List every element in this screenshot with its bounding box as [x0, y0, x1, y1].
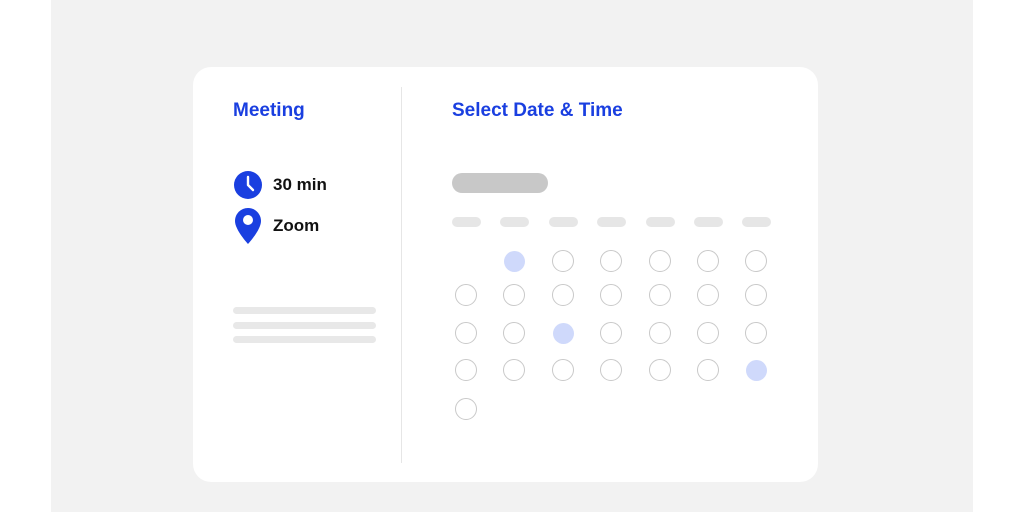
calendar-day[interactable]	[697, 359, 719, 381]
calendar-day[interactable]	[552, 284, 574, 306]
calendar-day[interactable]	[503, 322, 525, 344]
weekday-label-placeholder	[596, 217, 626, 227]
month-label-placeholder	[452, 173, 548, 193]
calendar-day[interactable]	[697, 284, 719, 306]
calendar-day[interactable]	[600, 359, 622, 381]
event-location: Zoom	[233, 207, 319, 245]
calendar-day-available[interactable]	[745, 359, 767, 381]
calendar-day[interactable]	[600, 322, 622, 344]
duration-text: 30 min	[273, 175, 327, 194]
description-placeholder-line	[233, 322, 376, 329]
calendar-day[interactable]	[649, 250, 671, 272]
panel-divider	[401, 87, 402, 463]
calendar-day[interactable]	[600, 250, 622, 272]
event-title: Meeting	[233, 100, 305, 121]
calendar-day[interactable]	[503, 284, 525, 306]
weekday-label-placeholder	[499, 217, 529, 227]
calendar-day[interactable]	[745, 284, 767, 306]
location-pin-icon	[233, 207, 263, 245]
calendar-day[interactable]	[745, 322, 767, 344]
description-placeholder-line	[233, 307, 376, 314]
calendar-day[interactable]	[552, 250, 574, 272]
description-placeholder-line	[233, 336, 376, 343]
calendar-day[interactable]	[649, 359, 671, 381]
calendar-day[interactable]	[552, 359, 574, 381]
clock-icon	[233, 166, 263, 204]
location-text: Zoom	[273, 216, 320, 235]
calendar-day[interactable]	[649, 322, 671, 344]
weekday-label-placeholder	[548, 217, 578, 227]
calendar-day[interactable]	[503, 359, 525, 381]
calendar-day[interactable]	[455, 398, 477, 420]
calendar-day-available[interactable]	[503, 250, 525, 272]
weekday-label-placeholder	[451, 217, 481, 227]
calendar-day[interactable]	[455, 284, 477, 306]
calendar-day[interactable]	[649, 284, 671, 306]
scheduler-title: Select Date & Time	[452, 100, 623, 121]
scheduling-card: Meeting 30 min Zoom Select Date & Time	[193, 67, 818, 482]
weekday-label-placeholder	[741, 217, 771, 227]
calendar-day-available[interactable]	[552, 322, 574, 344]
weekday-label-placeholder	[693, 217, 723, 227]
event-duration: 30 min	[233, 166, 327, 204]
calendar-day[interactable]	[455, 359, 477, 381]
calendar-day[interactable]	[600, 284, 622, 306]
calendar-day[interactable]	[455, 322, 477, 344]
calendar-day[interactable]	[745, 250, 767, 272]
calendar-day[interactable]	[697, 250, 719, 272]
weekday-label-placeholder	[645, 217, 675, 227]
calendar-day[interactable]	[697, 322, 719, 344]
